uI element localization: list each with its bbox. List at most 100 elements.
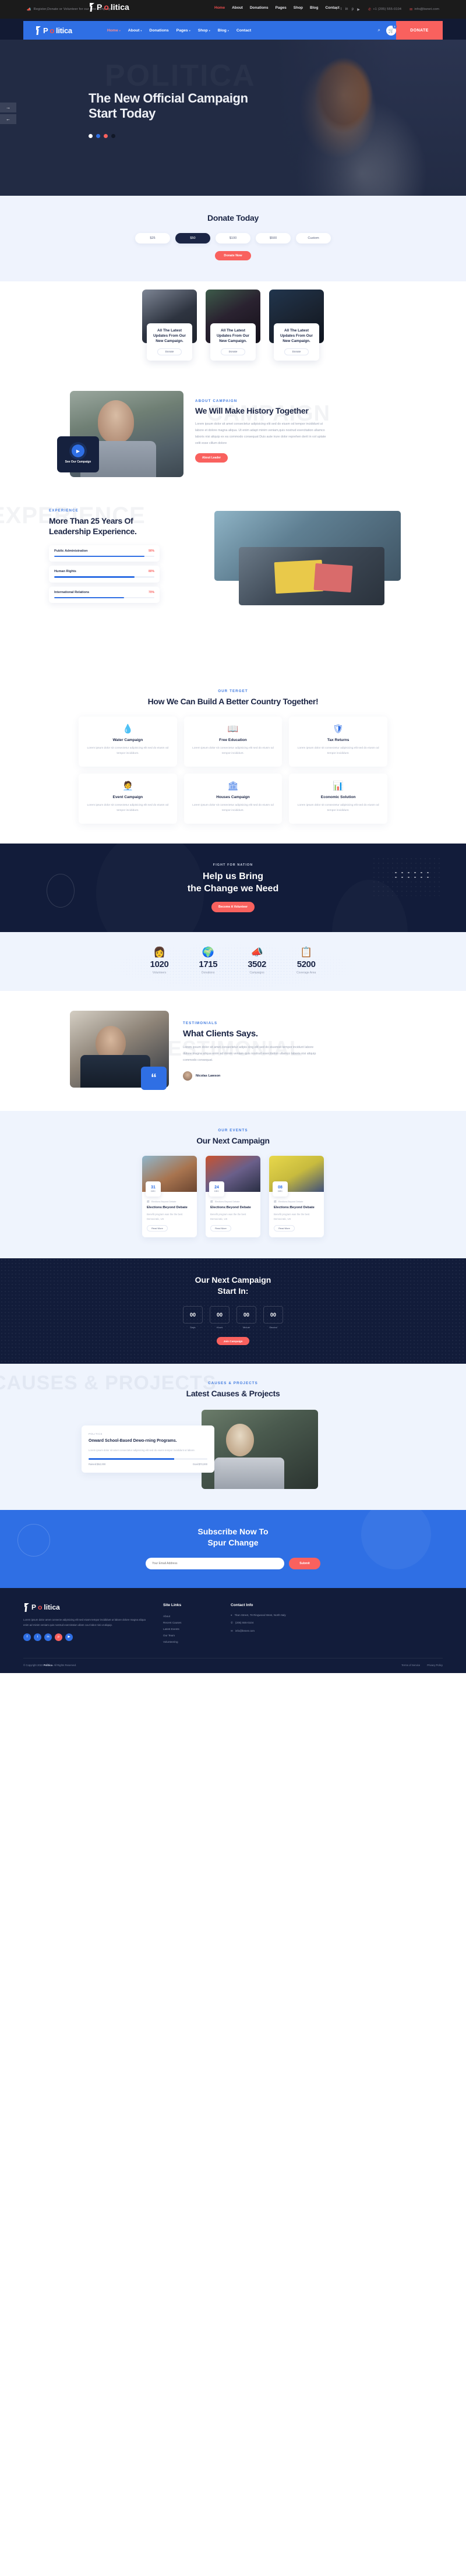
cause-title: Onward School-Based Dewo-rning Programs.	[89, 1439, 177, 1444]
nav-item-contact[interactable]: Contact	[236, 29, 251, 33]
target-card[interactable]: 🧑‍💼 Event Campaign Lorem ipsum dolor sit…	[79, 774, 177, 824]
target-card[interactable]: 🛡 Tax Returns Lorem ipsum dolor sit cons…	[289, 717, 387, 767]
calendar-icon: 🗓	[274, 1201, 277, 1204]
terms-of-service-link[interactable]: Terms of Service	[401, 1664, 420, 1667]
event-month: DEC	[214, 1190, 220, 1193]
event-card[interactable]: 24 DEC 🗓 Elections Beyond Debate Electio…	[206, 1156, 260, 1238]
donate-card[interactable]: All The Latest Updates From Our New Camp…	[269, 289, 324, 361]
join-campaign-button[interactable]: Join Campaign	[217, 1337, 249, 1346]
amount-option-100[interactable]: $100	[216, 232, 250, 244]
about-campaign-section: CAMPAIGN ▶ See Our Campaign ABOUT CAMPAI…	[0, 377, 466, 495]
nav-item-about-label: About	[128, 28, 140, 33]
facebook-icon[interactable]: f	[23, 1633, 31, 1641]
event-read-more-button[interactable]: Read More	[274, 1225, 295, 1232]
hero-next-arrow[interactable]: →	[0, 103, 16, 112]
pinterest-icon[interactable]: p	[55, 1633, 62, 1641]
target-card[interactable]: 📊 Economic Solution Lorem ipsum dolor si…	[289, 774, 387, 824]
skill-list: Public Administration 90% Human Rights 8…	[49, 545, 204, 604]
nav-item-donations[interactable]: Donations	[149, 29, 168, 33]
become-volunteer-button[interactable]: Become A Volunteer	[211, 902, 255, 913]
event-text: Benefit program was the the best Democra…	[274, 1213, 310, 1220]
target-card[interactable]: 🏛 Houses Campaign Lorem ipsum dolor sit …	[183, 774, 283, 824]
donate-now-button[interactable]: Donate Now	[215, 250, 251, 260]
facebook-icon[interactable]: f	[336, 8, 337, 11]
privacy-policy-link[interactable]: Privacy Policy	[427, 1664, 443, 1667]
site-logo[interactable]: Po litica	[35, 26, 72, 35]
megaphone-icon: 📣	[27, 8, 31, 12]
skill-name: International Relations	[54, 590, 90, 594]
event-title: Elections:Beyond Debate	[210, 1206, 251, 1210]
footer-logo[interactable]: Po litica	[23, 1603, 146, 1612]
nav-item-shop[interactable]: Shop ▾	[198, 29, 210, 33]
footer-link[interactable]: Our Team	[163, 1632, 213, 1639]
video-promo-box[interactable]: ▶ See Our Campaign	[57, 436, 99, 472]
play-icon[interactable]: ▶	[72, 444, 84, 458]
hero-ghost-word: POLITICA	[105, 58, 256, 93]
target-card[interactable]: 📖 Free Education Lorem ipsum dolor sit c…	[183, 717, 283, 767]
footer-link[interactable]: Volunteering	[163, 1639, 213, 1645]
cart-count-badge: 3	[393, 24, 397, 29]
cause-tag: POLITICS	[89, 1432, 103, 1436]
donate-card[interactable]: All The Latest Updates From Our New Camp…	[206, 289, 260, 361]
topbar-socials[interactable]: f t in p ▶	[336, 8, 360, 12]
linkedin-icon[interactable]: in	[345, 8, 348, 11]
hero-dot-2[interactable]	[96, 133, 100, 138]
hero-prev-arrow[interactable]: ←	[0, 114, 16, 124]
youtube-icon[interactable]: ▶	[357, 8, 360, 12]
amount-option-25[interactable]: $25	[135, 232, 170, 244]
youtube-icon[interactable]: ▶	[65, 1633, 73, 1641]
donate-card-button[interactable]: Donate	[284, 348, 309, 355]
amount-option-500[interactable]: $500	[256, 232, 291, 244]
about-leader-button[interactable]: About Leader	[195, 453, 228, 463]
target-card[interactable]: 💧 Water Campaign Lorem ipsum dolor sit c…	[79, 717, 177, 767]
event-read-more-button[interactable]: Read More	[210, 1225, 231, 1232]
nav-item-blog[interactable]: Blog ▾	[218, 29, 229, 33]
nav-item-about[interactable]: About ▾	[128, 29, 142, 33]
cause-card[interactable]: POLITICS Onward School-Based Dewo-rning …	[82, 1425, 214, 1473]
footer-link[interactable]: About	[163, 1613, 213, 1619]
footer-link[interactable]: Latest Events	[163, 1626, 213, 1632]
hero-dot-1[interactable]	[89, 133, 93, 138]
amount-option-custom[interactable]: Custom	[296, 232, 331, 244]
globe-hands-icon: 🌍	[202, 947, 214, 958]
footer-contact-phone[interactable]: ✆ (205) 555-0104	[231, 1621, 286, 1626]
event-month: DEC	[277, 1190, 283, 1193]
donate-card-button[interactable]: Donate	[221, 348, 245, 355]
twitter-icon[interactable]: t	[34, 1633, 41, 1641]
skill-bar	[54, 555, 154, 557]
subscribe-title-line2: Spur Change	[207, 1537, 259, 1547]
amount-option-50[interactable]: $50	[175, 232, 210, 244]
cart-icon[interactable]: 🛒 3	[386, 24, 397, 36]
countdown-units: 00 00 00 00	[0, 1306, 466, 1324]
event-card[interactable]: 08 DEC 🗓 Elections Beyond Debate Electio…	[269, 1156, 324, 1238]
skill-item: Human Rights 80%	[49, 566, 160, 583]
countdown-section: Our Next Campaign Start In: 00 00 00 00 …	[0, 1258, 466, 1364]
target-card-title: Water Campaign	[112, 738, 143, 743]
nav-item-home[interactable]: Home ▾	[107, 29, 121, 33]
event-read-more-button[interactable]: Read More	[147, 1225, 168, 1232]
nav-item-pages[interactable]: Pages ▾	[176, 29, 190, 33]
countdown-title-line1: Our Next Campaign	[195, 1275, 271, 1285]
event-date: 31 DEC	[146, 1181, 161, 1197]
nav-item-home-label: Home	[107, 28, 118, 33]
counter-number: 5200	[296, 959, 316, 970]
twitter-icon[interactable]: t	[341, 8, 342, 11]
hero-dot-3[interactable]	[104, 133, 108, 138]
footer-contact-email[interactable]: ✉ info@bsnet.com	[231, 1629, 286, 1634]
hero-dot-4[interactable]	[111, 133, 115, 138]
submit-button[interactable]: Submit	[289, 1557, 320, 1569]
experience-image-secondary	[239, 546, 384, 605]
email-field[interactable]	[146, 1557, 284, 1569]
pinterest-icon[interactable]: p	[352, 8, 354, 11]
mail-icon: ✉	[409, 8, 413, 12]
donate-button[interactable]: DONATE	[396, 21, 443, 40]
testimonial-author-name: Nicolas Lawson	[196, 1074, 221, 1078]
footer-link[interactable]: Recent Causes	[163, 1619, 213, 1626]
donate-card[interactable]: All The Latest Updates From Our New Camp…	[142, 289, 197, 361]
event-card[interactable]: 31 DEC 🗓 Elections Beyond Debate Electio…	[142, 1156, 197, 1238]
donate-card-button[interactable]: Donate	[157, 348, 182, 355]
linkedin-icon[interactable]: in	[44, 1633, 52, 1641]
search-icon[interactable]: ⌕	[378, 27, 380, 33]
topbar-phone[interactable]: ✆ +1 (205) 555-0104	[368, 8, 401, 12]
topbar-email[interactable]: ✉ info@bsnet.com	[409, 8, 439, 12]
